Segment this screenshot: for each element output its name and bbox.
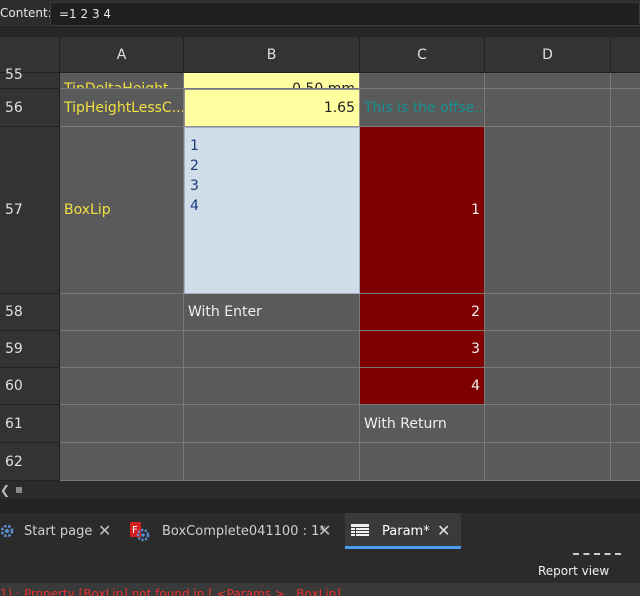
tab-start-page[interactable]: Start page ✕ [0,513,120,549]
editor-line: 3 [190,178,199,194]
row-header-57[interactable]: 57 [0,127,60,294]
cell-a60[interactable] [60,368,184,405]
row-header-58[interactable]: 58 [0,294,60,331]
spreadsheet-grid: A B C D 55 TipDeltaHeight 0.50 mm 56 Tip… [0,37,640,481]
cell-b57-editor[interactable]: 1 2 3 4 [184,127,360,294]
cell-d60[interactable] [485,368,611,405]
column-header-e[interactable] [611,37,640,73]
cell-e58[interactable] [611,294,640,331]
scroll-left-arrow-icon[interactable]: ❮ [0,483,10,497]
panel-grip[interactable] [573,553,621,555]
cell-a57[interactable]: BoxLip [60,127,184,294]
cell-c56[interactable]: This is the offse... [360,89,485,127]
file-gear-icon: F [130,522,150,542]
cell-a58[interactable] [60,294,184,331]
cell-e57[interactable] [611,127,640,294]
cell-e59[interactable] [611,331,640,368]
tab-label: Start page [24,523,93,539]
close-icon[interactable]: ✕ [98,521,111,540]
report-view-label[interactable]: Report view [538,564,609,578]
row-header-61[interactable]: 61 [0,405,60,443]
column-header-d[interactable]: D [485,37,611,73]
cell-e62[interactable] [611,443,640,481]
cell-a56[interactable]: TipHeightLessC... [60,89,184,127]
cell-d56[interactable] [485,89,611,127]
column-header-b[interactable]: B [184,37,360,73]
cell-c59[interactable]: 3 [360,331,485,368]
row-header-56[interactable]: 56 [0,89,60,127]
cell-a59[interactable] [60,331,184,368]
content-bar: Content: =1 2 3 4 [0,0,640,28]
close-icon[interactable]: ✕ [437,521,450,540]
cell-b62[interactable] [184,443,360,481]
cell-b58[interactable]: With Enter [184,294,360,331]
cell-c58[interactable]: 2 [360,294,485,331]
cell-e56[interactable] [611,89,640,127]
report-view-area: Report view [0,549,640,583]
scroll-thumb[interactable] [16,487,22,493]
editor-line: 1 [190,138,199,154]
gear-icon [0,524,14,538]
cell-d58[interactable] [485,294,611,331]
toolbar-gap [0,29,640,37]
tab-label: BoxComplete041100 : 1* [162,523,326,539]
cell-d55[interactable] [485,73,611,89]
cell-d61[interactable] [485,405,611,443]
cell-c57[interactable]: 1 [360,127,485,294]
close-icon[interactable]: ✕ [318,521,331,540]
tab-boxcomplete[interactable]: F BoxComplete041100 : 1* ✕ [128,513,338,549]
row-header-55[interactable]: 55 [0,67,60,89]
cell-d57[interactable] [485,127,611,294]
content-label: Content: [0,6,52,20]
editor-line: 2 [190,158,199,174]
cell-c62[interactable] [360,443,485,481]
cell-e61[interactable] [611,405,640,443]
cell-c55[interactable] [360,73,485,89]
cell-a55[interactable]: TipDeltaHeight [60,73,184,89]
row-header-59[interactable]: 59 [0,331,60,368]
tab-label: Param* [382,523,430,539]
tab-param[interactable]: Param* ✕ [345,513,461,549]
editor-line: 4 [190,198,199,214]
cell-b56[interactable]: 1.65 [184,89,360,127]
content-value: =1 2 3 4 [59,7,112,21]
horizontal-scrollbar[interactable]: ❮ [0,481,640,499]
cell-e55[interactable] [611,73,640,89]
cell-c61[interactable]: With Return [360,405,485,443]
row-header-60[interactable]: 60 [0,368,60,405]
cell-a62[interactable] [60,443,184,481]
document-tab-bar: Start page ✕ F BoxComplete041100 : 1* ✕ … [0,513,640,549]
cell-d59[interactable] [485,331,611,368]
cell-e60[interactable] [611,368,640,405]
cell-b61[interactable] [184,405,360,443]
cell-d62[interactable] [485,443,611,481]
cell-a61[interactable] [60,405,184,443]
cell-c60[interactable]: 4 [360,368,485,405]
row-header-62[interactable]: 62 [0,443,60,481]
cell-b55[interactable]: 0.50 mm [184,73,360,89]
panel-separator [0,499,640,513]
cell-b59[interactable] [184,331,360,368]
status-error-text: 1) : Property [BoxLip] not found in [ <P… [0,587,341,596]
status-bar: 1) : Property [BoxLip] not found in [ <P… [0,583,640,596]
column-header-c[interactable]: C [360,37,485,73]
column-header-a[interactable]: A [60,37,184,73]
content-input[interactable]: =1 2 3 4 [50,2,640,26]
table-icon [351,524,369,536]
cell-b60[interactable] [184,368,360,405]
